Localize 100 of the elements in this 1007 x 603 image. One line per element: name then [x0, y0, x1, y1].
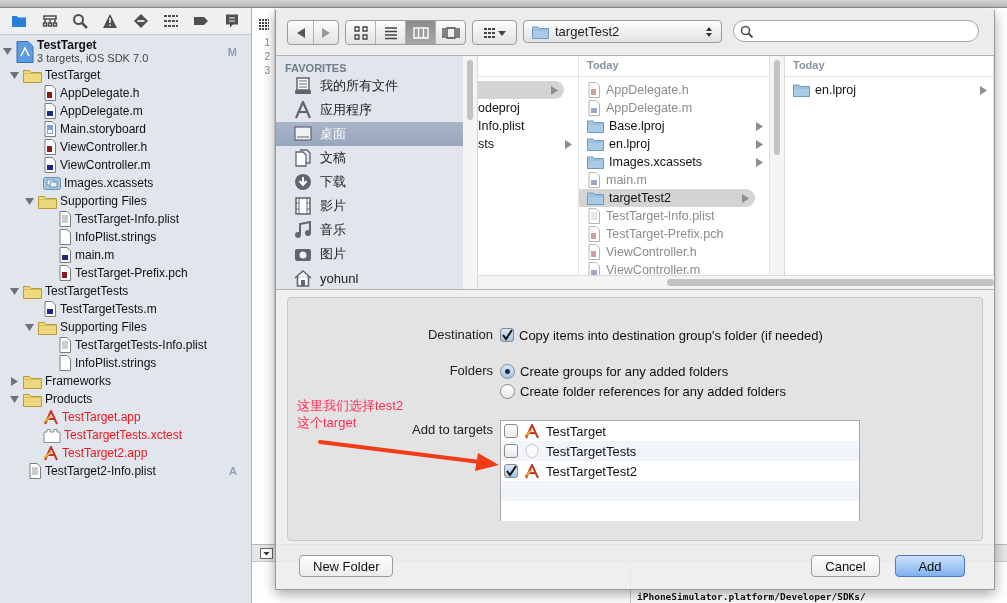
navigator-item[interactable]: Products [0, 390, 251, 408]
navigator-item[interactable]: Images.xcassets [0, 174, 251, 192]
disclosure-triangle[interactable] [9, 285, 20, 297]
browser-item[interactable]: en.lproj [579, 135, 769, 153]
target-checkbox[interactable] [504, 444, 518, 458]
browser-item[interactable]: Info.plist [478, 117, 578, 135]
sidebar-item[interactable]: 下载 [276, 170, 463, 194]
checkbox[interactable] [500, 328, 514, 342]
scrollbar[interactable] [478, 275, 994, 289]
browser-item[interactable]: sts [478, 135, 578, 153]
scrollbar[interactable] [770, 56, 785, 275]
property-list-icon [58, 211, 72, 227]
browser-item[interactable]: Images.xcassets [579, 153, 769, 171]
navigator-item[interactable]: Main.storyboard [0, 120, 251, 138]
blank-document-icon [58, 229, 72, 245]
project-name[interactable]: TestTarget [37, 38, 225, 52]
folder-icon [587, 137, 604, 151]
dialog-button[interactable]: New Folder [299, 555, 394, 577]
option-text: Copy items into destination group's folder (if needed) [519, 327, 823, 343]
browser-item[interactable] [478, 81, 564, 99]
disclosure-triangle[interactable] [24, 195, 35, 207]
folder-icon [38, 319, 57, 335]
navigator-tab[interactable] [101, 12, 120, 30]
option-label: Destination [426, 326, 493, 344]
navigator-item[interactable]: InfoPlist.strings [0, 228, 251, 246]
navigator-item[interactable]: AppDelegate.m [0, 102, 251, 120]
folder-icon [532, 24, 549, 39]
navigator-tab[interactable] [40, 12, 59, 30]
folder-icon [793, 83, 810, 97]
navigator-item[interactable]: AppDelegate.h [0, 84, 251, 102]
browser-item[interactable]: Base.lproj [579, 117, 769, 135]
column-heading: Today [785, 56, 993, 77]
browser-item[interactable]: AppDelegate.m [579, 99, 769, 117]
navigator-item[interactable]: TestTargetTests.m [0, 300, 251, 318]
shield-icon [524, 443, 540, 459]
sidebar-item[interactable]: 音乐 [276, 218, 463, 242]
navigator-item[interactable]: main.m [0, 246, 251, 264]
app-icon [524, 423, 540, 439]
disclosure-triangle[interactable] [9, 69, 20, 81]
navigator-item[interactable]: TestTarget2-Info.plist A [0, 462, 251, 480]
sidebar-item[interactable]: 文稿 [276, 146, 463, 170]
cover-flow-icon [441, 25, 460, 40]
browser-item[interactable]: odeproj [478, 99, 578, 117]
toggle-icon [260, 547, 273, 559]
sidebar-item[interactable]: 影片 [276, 194, 463, 218]
target-checkbox[interactable] [504, 424, 518, 438]
navigator-item[interactable]: TestTargetTests-Info.plist [0, 336, 251, 354]
navigator-tab[interactable] [162, 12, 181, 30]
navigator-item[interactable]: Supporting Files [0, 318, 251, 336]
radio-button[interactable] [500, 363, 515, 379]
folder-icon [23, 391, 42, 407]
search-icon [71, 13, 88, 29]
browser-item[interactable]: targetTest2 [579, 189, 755, 207]
header-file-icon [587, 82, 601, 98]
browser-item[interactable]: main.m [579, 171, 769, 189]
browser-item[interactable]: ViewController.h [579, 243, 769, 261]
sidebar-heading: FAVORITES [284, 62, 348, 74]
option-label: Add to targets [412, 421, 493, 439]
navigator-item[interactable]: ViewController.h [0, 138, 251, 156]
browser-item[interactable]: en.lproj [785, 81, 993, 99]
navigator-item[interactable]: TestTargetTests [0, 282, 251, 300]
list-view-icon [383, 25, 398, 40]
path-popup[interactable]: targetTest2 [523, 20, 722, 43]
folder-icon [11, 13, 28, 29]
navigator-item[interactable]: TestTarget-Info.plist [0, 210, 251, 228]
header-file-icon [43, 85, 57, 101]
dialog-button[interactable]: Cancel [811, 555, 880, 577]
disclosure-triangle[interactable] [9, 393, 20, 405]
browser-item[interactable]: TestTarget-Prefix.pch [579, 225, 769, 243]
dialog-button[interactable]: Add [895, 555, 965, 577]
column-heading: Today [579, 56, 769, 77]
sidebar-item[interactable]: 应用程序 [276, 98, 463, 122]
navigator-item[interactable]: Frameworks [0, 372, 251, 390]
sidebar-item[interactable]: 图片 [276, 242, 463, 266]
scrollbar[interactable] [463, 56, 478, 289]
download-icon [294, 173, 312, 191]
browser-item[interactable]: AppDelegate.h [579, 81, 769, 99]
status-label: M [227, 45, 237, 58]
navigator-item[interactable]: Supporting Files [0, 192, 251, 210]
sidebar-item[interactable]: 我的所有文件 [276, 74, 463, 98]
target-checkbox[interactable] [504, 464, 518, 478]
disclosure-triangle[interactable] [24, 321, 35, 333]
browser-item[interactable]: TestTarget-Info.plist [579, 207, 769, 225]
list-row[interactable]: TestTargetTests [501, 441, 859, 461]
navigator-tab[interactable] [70, 12, 89, 30]
search-field[interactable] [733, 20, 979, 42]
navigator-item[interactable]: InfoPlist.strings [0, 354, 251, 372]
target-name: TestTargetTest2 [546, 463, 638, 479]
disclosure-triangle[interactable] [9, 375, 20, 387]
sidebar-item[interactable]: yohunl [276, 266, 463, 289]
source-file-icon [43, 301, 57, 317]
hierarchy-icon [41, 13, 58, 29]
grid-view-icon [353, 25, 368, 40]
target-name: TestTarget [546, 423, 606, 439]
navigator-item[interactable]: TestTarget [0, 66, 251, 84]
disclosure-triangle[interactable] [2, 46, 13, 57]
navigator-item[interactable]: TestTarget-Prefix.pch [0, 264, 251, 282]
header-file-icon [587, 226, 601, 242]
radio-button[interactable] [500, 383, 515, 399]
navigator-item[interactable]: ViewController.m [0, 156, 251, 174]
